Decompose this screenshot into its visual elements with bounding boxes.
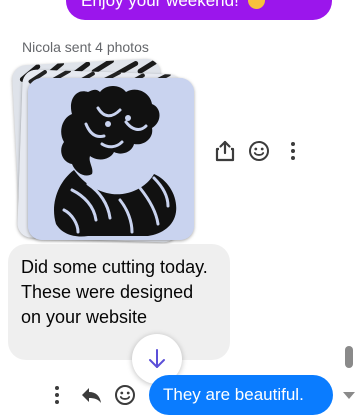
reply-icon[interactable]	[78, 382, 104, 408]
smiling-emoji-icon	[247, 0, 265, 10]
more-vertical-icon[interactable]	[280, 138, 306, 164]
more-vertical-icon[interactable]	[44, 382, 70, 408]
outgoing-message-bubble[interactable]: Enjoy your weekend!	[66, 0, 332, 20]
message-text: Did some cutting today. These were desig…	[21, 257, 208, 327]
share-icon[interactable]	[212, 138, 238, 164]
message-text: Enjoy your weekend!	[81, 0, 239, 10]
arrow-down-icon	[149, 349, 165, 368]
smiley-icon[interactable]	[246, 138, 272, 164]
photo-stack[interactable]	[11, 58, 198, 243]
incoming-message-bubble[interactable]: Did some cutting today. These were desig…	[8, 244, 230, 360]
sender-label: Nicola sent 4 photos	[22, 39, 149, 55]
outgoing-message-bubble[interactable]: They are beautiful.	[149, 375, 333, 415]
smiley-icon[interactable]	[112, 382, 138, 408]
scrollbar-down-arrow[interactable]	[343, 392, 355, 399]
message-text: They are beautiful.	[163, 385, 304, 404]
scrollbar-thumb[interactable]	[345, 346, 353, 368]
photo-dog-papercut	[28, 78, 194, 240]
